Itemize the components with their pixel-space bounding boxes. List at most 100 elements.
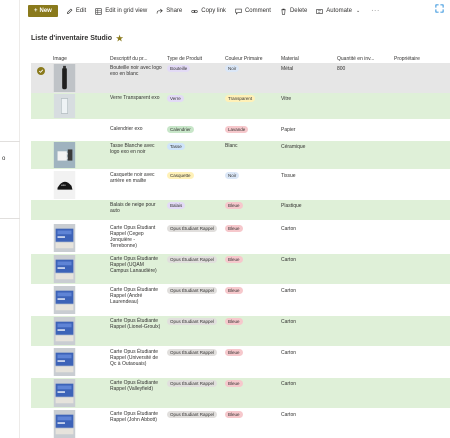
type-pill: Balais	[167, 202, 186, 209]
copy-link-button[interactable]: Copy link	[191, 8, 226, 15]
new-label: New	[39, 8, 52, 14]
product-thumbnail[interactable]	[53, 317, 76, 345]
table-row[interactable]: Verre Transparent exo Verre Transparent Vit…	[31, 93, 450, 119]
product-thumbnail[interactable]	[53, 379, 76, 407]
type-pill: Opus Étudiant Rappel	[167, 256, 218, 263]
product-type: Bouteille	[167, 65, 191, 72]
product-type: Opus Étudiant Rappel	[167, 349, 218, 356]
column-header-desc[interactable]: Descriptif du pr...	[110, 56, 148, 62]
product-thumbnail[interactable]	[53, 64, 76, 92]
rail-marker: o	[2, 156, 6, 162]
column-header-color[interactable]: Couleur Primaire	[225, 56, 263, 62]
type-pill: Verre	[167, 95, 184, 102]
table-row[interactable]: Carte Opus Étudiante Rappel (UQAM Campus…	[31, 254, 450, 284]
table-row[interactable]: Carte Opus Étudiante Rappel (Lionel-Grou…	[31, 316, 450, 346]
delete-label: Delete	[289, 8, 308, 14]
material: Tissue	[281, 173, 296, 179]
automate-button[interactable]: Automate ⌄	[316, 8, 360, 15]
product-description: Bouteille noir avec logo exo en blanc	[110, 65, 162, 77]
product-type: Opus Étudiant Rappel	[167, 318, 218, 325]
color-pill: Bleue	[225, 287, 243, 294]
table-row[interactable]: Balais de neige pour auto Balais Bleue Plas…	[31, 200, 450, 220]
page-title: Liste d'inventaire Studio ★	[31, 34, 123, 43]
type-pill: Casquette	[167, 172, 194, 179]
type-pill: Opus Étudiant Rappel	[167, 225, 218, 232]
comment-label: Comment	[244, 8, 271, 14]
product-thumbnail[interactable]	[53, 94, 76, 118]
new-button[interactable]: + New	[28, 5, 58, 17]
product-type: Opus Étudiant Rappel	[167, 225, 218, 232]
material: Carton	[281, 350, 297, 356]
color-pill: Bleue	[225, 318, 243, 325]
command-bar: + New Edit Edit in grid view Share Copy …	[28, 2, 448, 20]
edit-button[interactable]: Edit	[66, 8, 86, 15]
product-type: Opus Étudiant Rappel	[167, 411, 218, 418]
product-thumbnail[interactable]	[53, 224, 76, 252]
table-row[interactable]: Carte Opus Étudiante Rappel (Université …	[31, 347, 450, 377]
material: Métal	[281, 66, 294, 72]
type-pill: Bouteille	[167, 65, 191, 72]
primary-color: Bleue	[225, 202, 243, 209]
more-button[interactable]: ···	[371, 8, 380, 14]
product-description: Carte Opus Étudiante Rappel (Université …	[110, 349, 159, 367]
comment-button[interactable]: Comment	[235, 8, 271, 15]
column-header-material[interactable]: Material	[281, 56, 299, 62]
product-type: Verre	[167, 95, 184, 102]
copy-link-label: Copy link	[201, 8, 226, 14]
type-pill: Opus Étudiant Rappel	[167, 411, 218, 418]
material: Plastique	[281, 203, 302, 209]
primary-color: Bleue	[225, 349, 243, 356]
product-description: Carte Opus Étudiant Rappel (Cegep Jonqui…	[110, 225, 156, 249]
type-pill: Opus Étudiant Rappel	[167, 287, 218, 294]
column-header-image[interactable]: Image	[53, 56, 67, 62]
color-pill: Transparent	[225, 95, 256, 102]
color-pill: Lavande	[225, 126, 249, 133]
star-icon[interactable]: ★	[116, 34, 123, 43]
table-row[interactable]: Carte Opus Étudiante Rappel (John Abbott…	[31, 409, 450, 438]
product-thumbnail[interactable]: exo	[53, 171, 76, 199]
share-icon	[156, 8, 164, 14]
product-thumbnail[interactable]	[53, 348, 76, 376]
material: Céramique	[281, 144, 306, 150]
table-row[interactable]: Bouteille noir avec logo exo en blanc Bou…	[31, 63, 450, 93]
column-header-qty[interactable]: Quantité en inv...	[337, 56, 374, 62]
primary-color: Bleue	[225, 318, 243, 325]
share-label: Share	[166, 8, 183, 14]
table-row[interactable]: Calendrier exo Calendrier Lavande Papier	[31, 124, 450, 141]
color-pill: Bleue	[225, 411, 243, 418]
inventory-table: Image Descriptif du pr... Type de Produi…	[31, 52, 450, 438]
row-selected-check-icon[interactable]	[37, 67, 45, 75]
edit-grid-button[interactable]: Edit in grid view	[95, 7, 147, 15]
product-description: Calendrier exo	[110, 126, 143, 132]
material: Carton	[281, 319, 297, 325]
table-row[interactable]: exo Casquette noir avec arrière en mailte…	[31, 170, 450, 200]
rail-divider	[0, 218, 20, 219]
product-thumbnail[interactable]	[53, 142, 76, 168]
product-type: Opus Étudiant Rappel	[167, 256, 218, 263]
color-pill: Bleue	[225, 380, 243, 387]
table-row[interactable]: Carte Opus Étudiante Rappel (Valleyfield…	[31, 378, 450, 408]
table-row[interactable]: Tasse Blanche avec logo exo en noir Tasse…	[31, 141, 450, 169]
material: Carton	[281, 257, 297, 263]
table-row[interactable]: Carte Opus Étudiante Rappel (André Laure…	[31, 285, 450, 315]
table-row[interactable]: Carte Opus Étudiant Rappel (Cegep Jonqui…	[31, 223, 450, 253]
color-pill: Bleue	[225, 202, 243, 209]
color-pill: Noir	[225, 65, 240, 72]
product-thumbnail[interactable]	[53, 410, 76, 438]
automate-label: Automate	[326, 8, 352, 14]
expand-icon[interactable]	[435, 4, 444, 13]
column-header-type[interactable]: Type de Produit	[167, 56, 202, 62]
edit-label: Edit	[75, 8, 87, 14]
grid-icon	[95, 7, 102, 15]
delete-button[interactable]: Delete	[280, 8, 307, 15]
list-title-text: Liste d'inventaire Studio	[31, 35, 113, 42]
product-thumbnail[interactable]	[53, 286, 76, 314]
product-description: Carte Opus Étudiante Rappel (Valleyfield…	[110, 380, 159, 392]
share-button[interactable]: Share	[156, 8, 182, 15]
color-pill: Bleue	[225, 349, 243, 356]
product-thumbnail[interactable]	[53, 255, 76, 283]
column-header-owner[interactable]: Propriétaire	[394, 56, 420, 62]
trash-icon	[281, 8, 286, 15]
type-pill: Tasse	[167, 143, 185, 150]
product-description: Verre Transparent exo	[110, 95, 160, 101]
